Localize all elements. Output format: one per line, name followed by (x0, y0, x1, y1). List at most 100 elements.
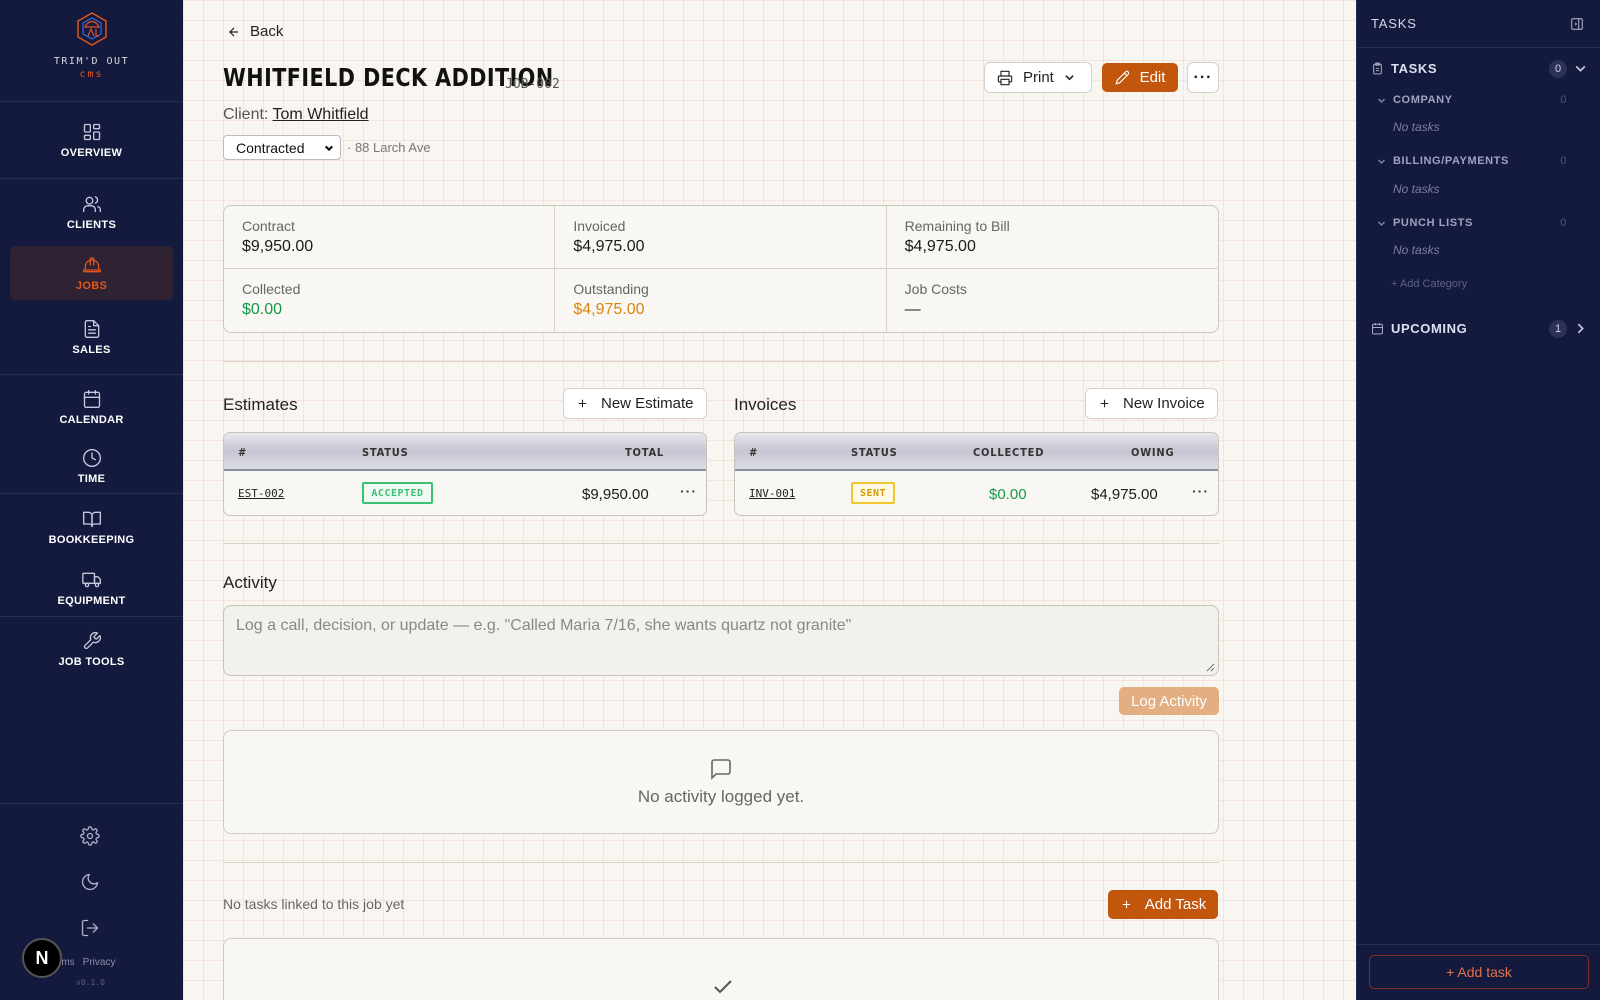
plus-icon (578, 399, 587, 408)
check-icon (714, 980, 732, 994)
hardhat-icon (82, 257, 101, 272)
nav-item-bookkeeping[interactable]: BOOKKEEPING (0, 494, 183, 560)
row-actions-button[interactable]: ··· (680, 483, 697, 499)
nav-label: SALES (72, 343, 111, 356)
resize-handle-icon[interactable] (1206, 663, 1215, 672)
divider (223, 361, 1219, 362)
truck-icon (81, 572, 101, 587)
back-button[interactable]: Back (227, 23, 283, 40)
clipboard-icon (1373, 62, 1382, 75)
new-estimate-button[interactable]: New Estimate (563, 388, 707, 419)
category-count: 0 (1560, 94, 1567, 106)
print-button[interactable]: Print (984, 62, 1092, 93)
new-estimate-label: New Estimate (601, 395, 694, 412)
panel-collapse-icon (1571, 18, 1583, 30)
pencil-icon (1115, 70, 1129, 85)
status-select[interactable]: Contracted (223, 135, 341, 160)
estimate-number-link[interactable]: EST-002 (238, 487, 284, 500)
invoices-table: # STATUS COLLECTED OWING INV-001 SENT $0… (734, 432, 1219, 516)
main-content: Back WHITFIELD DECK ADDITION JOB-002 Cli… (183, 0, 1356, 1000)
row-actions-button[interactable]: ··· (1192, 483, 1209, 499)
column-header: TOTAL (625, 446, 665, 459)
nav-item-time[interactable]: TIME (0, 439, 183, 493)
category-billing-payments[interactable]: BILLING/PAYMENTS 0 (1377, 155, 1567, 167)
activity-placeholder: Log a call, decision, or update — e.g. "… (236, 617, 852, 634)
more-dots-icon: ··· (1193, 68, 1213, 86)
wrench-icon (83, 631, 101, 649)
tasks-group-header[interactable]: TASKS 0 (1371, 59, 1593, 78)
new-invoice-label: New Invoice (1123, 395, 1205, 412)
invoice-owing: $4,975.00 (1091, 486, 1158, 503)
nav-label: BOOKKEEPING (48, 533, 135, 546)
category-name: PUNCH LISTS (1393, 217, 1473, 229)
legal-links: rms Privacy (58, 957, 123, 968)
table-row[interactable]: INV-001 SENT $0.00 $4,975.00 ··· (735, 471, 1218, 515)
chevron-down-icon (1575, 65, 1586, 72)
brand-name: TRIM'D OUT (53, 56, 130, 67)
fin-value: — (904, 301, 921, 318)
theme-toggle-button[interactable] (80, 872, 102, 894)
add-category-button[interactable]: + Add Category (1391, 278, 1467, 290)
nav-label: TIME (77, 472, 106, 485)
fin-invoiced: Invoiced $4,975.00 (555, 206, 887, 269)
chevron-down-icon (1377, 220, 1386, 226)
column-header: COLLECTED (973, 446, 1045, 459)
logout-button[interactable] (80, 918, 102, 940)
invoice-collected: $0.00 (989, 486, 1027, 503)
invoice-number-link[interactable]: INV-001 (749, 487, 795, 500)
nav-item-calendar[interactable]: CALENDAR (0, 375, 183, 439)
more-options-button[interactable]: ··· (1187, 62, 1219, 93)
category-count: 0 (1560, 155, 1567, 167)
activity-empty-state: No activity logged yet. (223, 730, 1219, 834)
fin-value: $4,975.00 (904, 238, 976, 255)
arrow-left-icon (229, 27, 239, 36)
printer-icon (997, 70, 1013, 85)
plus-icon (1100, 399, 1109, 408)
nav-item-jobs[interactable]: JOBS (10, 246, 173, 300)
fin-remaining: Remaining to Bill $4,975.00 (886, 206, 1218, 269)
invoices-title: Invoices (734, 395, 797, 414)
nav-label: EQUIPMENT (57, 594, 126, 607)
collapse-panel-button[interactable] (1570, 17, 1584, 31)
upcoming-group-header[interactable]: UPCOMING 1 (1371, 319, 1593, 338)
chevron-down-icon (1065, 75, 1074, 81)
column-header: STATUS (362, 446, 409, 459)
category-name: COMPANY (1393, 94, 1453, 106)
tasks-panel-footer: + Add task (1357, 944, 1600, 1000)
nav-item-clients[interactable]: CLIENTS (0, 179, 183, 246)
table-row[interactable]: EST-002 ACCEPTED $9,950.00 ··· (224, 471, 706, 515)
fin-label: Job Costs (904, 281, 967, 297)
nav-item-job-tools[interactable]: JOB TOOLS (0, 617, 183, 681)
add-task-panel-button[interactable]: + Add task (1369, 955, 1589, 989)
brand[interactable]: TRIM'D OUT cms (0, 0, 183, 102)
client-label: Client: (223, 106, 269, 123)
category-count: 0 (1560, 217, 1567, 229)
log-activity-button[interactable]: Log Activity (1119, 687, 1219, 715)
calendar-icon (1372, 323, 1383, 335)
upcoming-title: UPCOMING (1391, 321, 1468, 336)
nav-item-overview[interactable]: OVERVIEW (0, 102, 183, 178)
table-header: # STATUS COLLECTED OWING (735, 433, 1218, 471)
nav-item-equipment[interactable]: EQUIPMENT (0, 560, 183, 616)
privacy-link[interactable]: Privacy (83, 957, 116, 968)
dev-tools-badge[interactable]: N (22, 938, 62, 978)
estimate-total: $9,950.00 (582, 486, 649, 503)
activity-textarea[interactable]: Log a call, decision, or update — e.g. "… (223, 605, 1219, 676)
client-link[interactable]: Tom Whitfield (273, 106, 369, 123)
fin-label: Contract (242, 218, 295, 234)
nav-label: OVERVIEW (60, 146, 123, 159)
edit-button[interactable]: Edit (1102, 63, 1178, 92)
settings-button[interactable] (80, 826, 102, 848)
nav-label: CALENDAR (59, 413, 124, 426)
fin-value: $9,950.00 (242, 238, 314, 255)
column-header: # (749, 446, 759, 459)
status-value: Contracted (236, 139, 305, 156)
category-punch-lists[interactable]: PUNCH LISTS 0 (1377, 217, 1567, 229)
nav-item-sales[interactable]: SALES (0, 300, 183, 374)
category-company[interactable]: COMPANY 0 (1377, 94, 1567, 106)
add-task-button[interactable]: Add Task (1108, 890, 1218, 919)
new-invoice-button[interactable]: New Invoice (1085, 388, 1218, 419)
fin-job-costs: Job Costs — (887, 269, 1218, 332)
estimates-title: Estimates (223, 395, 298, 414)
category-empty-text: No tasks (1393, 120, 1440, 134)
